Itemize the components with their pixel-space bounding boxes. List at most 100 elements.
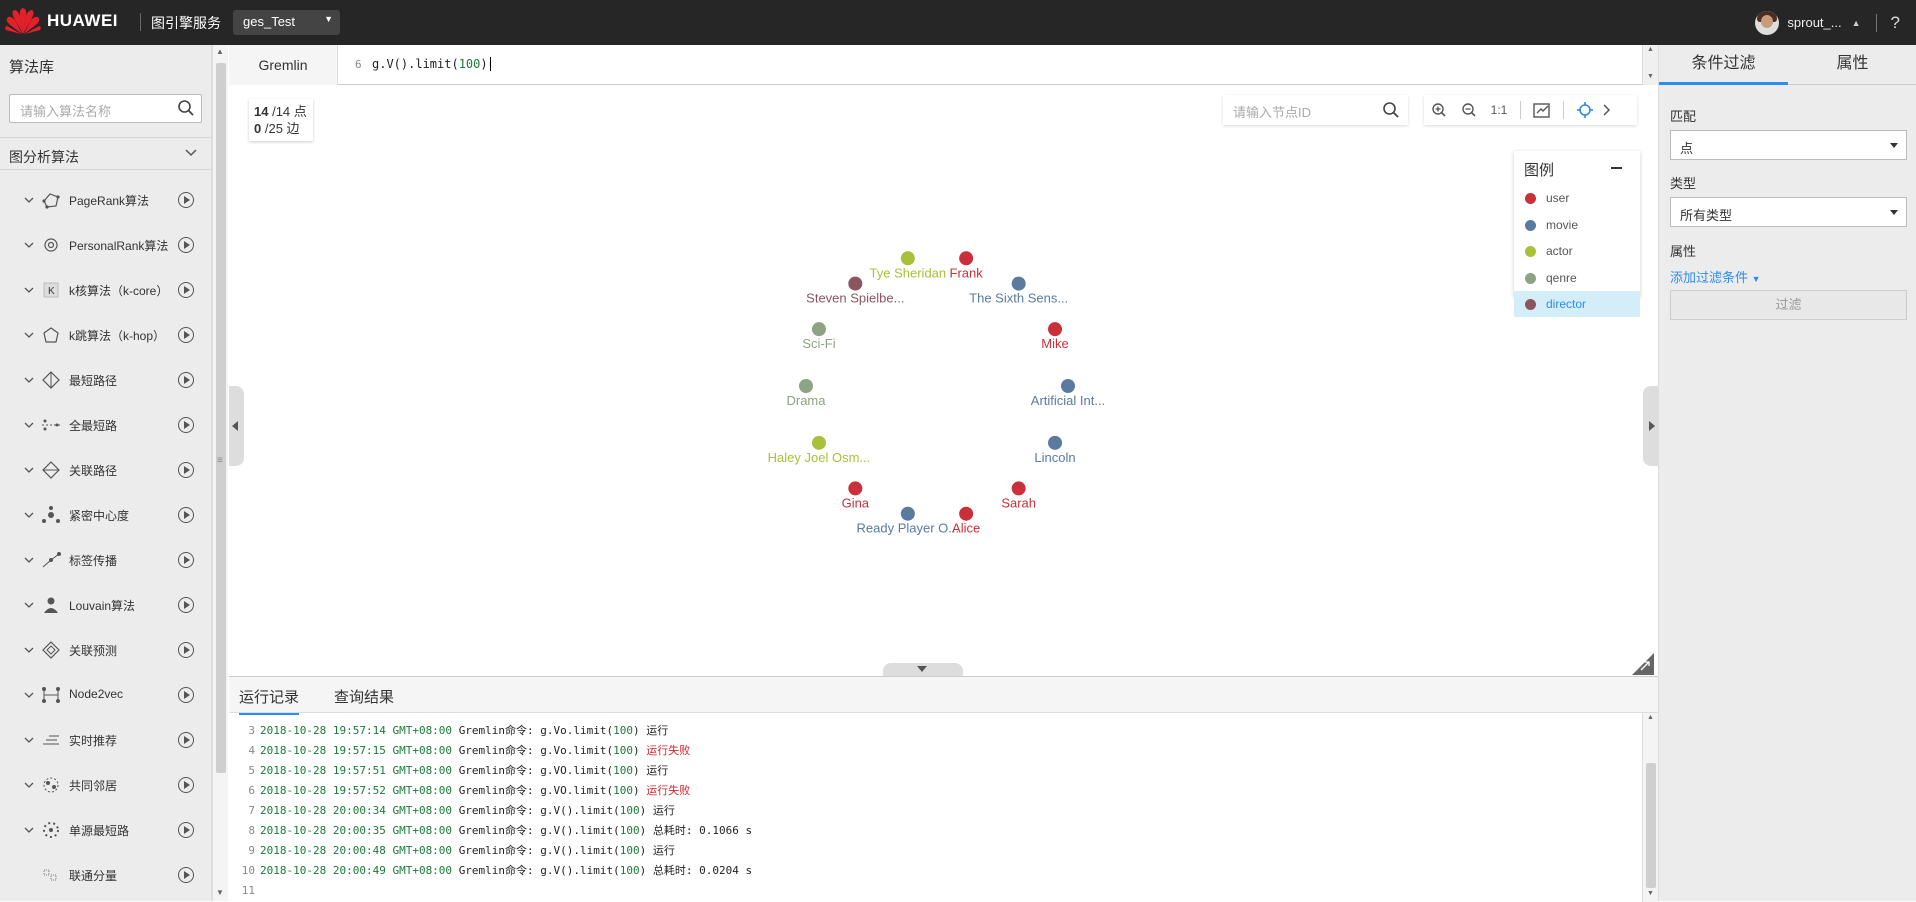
algorithm-item[interactable]: 紧密中心度 xyxy=(0,493,205,538)
algorithm-item[interactable]: PersonalRank算法 xyxy=(0,223,205,268)
chevron-down-icon[interactable] xyxy=(24,825,34,835)
algorithm-item[interactable]: k跳算法（k-hop） xyxy=(0,313,205,358)
algorithm-item[interactable]: 单源最短路 xyxy=(0,808,205,853)
legend-item-director[interactable]: director xyxy=(1514,291,1640,317)
zoom-out-button[interactable] xyxy=(1454,95,1484,125)
algorithm-item[interactable]: 共同邻居 xyxy=(0,763,205,808)
layout-button[interactable] xyxy=(1570,95,1600,125)
run-algorithm-icon[interactable] xyxy=(178,192,194,208)
run-algorithm-icon[interactable] xyxy=(178,732,194,748)
user-name[interactable]: sprout_... xyxy=(1787,15,1841,30)
graph-node[interactable]: Tye Sheridan xyxy=(870,251,947,280)
gremlin-query-input[interactable]: g.V().limit(100) xyxy=(372,57,491,71)
sidebar-scrollbar[interactable]: ▲ ≡ ▼ xyxy=(212,45,228,901)
add-filter-link[interactable]: 添加过滤条件 ▼ xyxy=(1670,267,1761,286)
algorithm-item[interactable]: 最短路径 xyxy=(0,358,205,403)
algorithm-item[interactable]: PageRank算法 xyxy=(0,178,205,223)
help-icon[interactable]: ? xyxy=(1891,13,1900,33)
graph-node[interactable]: Sci-Fi xyxy=(802,322,836,351)
editor-scrollbar[interactable]: ▲ ▼ xyxy=(1642,45,1658,85)
legend-item-qenre[interactable]: qenre xyxy=(1514,265,1640,291)
run-algorithm-icon[interactable] xyxy=(178,327,194,343)
export-button[interactable] xyxy=(1527,95,1557,125)
run-algorithm-icon[interactable] xyxy=(178,642,194,658)
algorithm-item[interactable]: Node2vec xyxy=(0,673,205,718)
node-id-search-input[interactable]: 请输入节点ID xyxy=(1223,95,1408,125)
search-icon[interactable] xyxy=(1382,101,1400,119)
avatar[interactable] xyxy=(1755,10,1780,35)
scroll-down-icon[interactable]: ▼ xyxy=(1647,890,1654,897)
collapse-sidebar-button[interactable] xyxy=(229,386,244,466)
graph-node-dot[interactable] xyxy=(959,506,974,521)
graph-node-dot[interactable] xyxy=(848,481,863,496)
filter-button[interactable]: 过滤 xyxy=(1670,290,1907,320)
graph-node[interactable]: Sarah xyxy=(1001,481,1036,510)
chevron-down-icon[interactable] xyxy=(24,645,34,655)
tab-properties[interactable]: 属性 xyxy=(1788,45,1916,85)
graph-node-dot[interactable] xyxy=(811,322,826,337)
tab-run-history[interactable]: 运行记录 xyxy=(239,686,300,715)
scroll-up-icon[interactable]: ▲ xyxy=(1647,714,1654,721)
run-algorithm-icon[interactable] xyxy=(178,462,194,478)
scroll-down-icon[interactable]: ▼ xyxy=(1647,73,1654,80)
graph-node[interactable]: The Sixth Sens... xyxy=(969,276,1068,306)
chevron-down-icon[interactable] xyxy=(184,146,198,160)
graph-node[interactable]: Drama xyxy=(786,379,826,408)
algorithm-search-input[interactable]: 请输入算法名称 xyxy=(9,94,202,123)
graph-node-dot[interactable] xyxy=(900,506,915,521)
chevron-down-icon[interactable] xyxy=(24,285,34,295)
chevron-down-icon[interactable] xyxy=(24,465,34,475)
run-algorithm-icon[interactable] xyxy=(178,552,194,568)
caret-up-icon[interactable]: ▲ xyxy=(1852,18,1861,28)
legend-item-user[interactable]: user xyxy=(1514,185,1640,211)
graph-canvas[interactable]: Frank The Sixth Sens... Mike Artificial Int… xyxy=(229,86,1658,676)
run-algorithm-icon[interactable] xyxy=(178,237,194,253)
graph-node[interactable]: Steven Spielbe... xyxy=(806,276,904,306)
scroll-up-icon[interactable]: ▲ xyxy=(1647,46,1654,53)
legend-item-actor[interactable]: actor xyxy=(1514,238,1640,264)
graph-node-dot[interactable] xyxy=(1061,379,1075,393)
graph-node-dot[interactable] xyxy=(799,379,813,393)
tab-condition-filter[interactable]: 条件过滤 xyxy=(1659,45,1788,85)
graph-select[interactable]: ges_Test ▼ xyxy=(233,10,340,35)
log-scrollbar[interactable]: ▲ ▼ xyxy=(1642,713,1658,902)
chevron-down-icon[interactable] xyxy=(24,510,34,520)
scrollbar-thumb[interactable] xyxy=(1646,763,1656,888)
run-algorithm-icon[interactable] xyxy=(178,687,194,703)
collapse-right-panel-button[interactable] xyxy=(1643,386,1658,466)
scroll-down-icon[interactable]: ▼ xyxy=(216,888,224,897)
graph-node[interactable]: Artificial Int... xyxy=(1031,379,1105,408)
gremlin-tab[interactable]: Gremlin xyxy=(229,45,338,85)
graph-node-dot[interactable] xyxy=(811,435,826,450)
algorithm-item[interactable]: 关联路径 xyxy=(0,448,205,493)
run-algorithm-icon[interactable] xyxy=(178,822,194,838)
graph-node[interactable]: Lincoln xyxy=(1034,435,1076,465)
run-algorithm-icon[interactable] xyxy=(178,417,194,433)
algorithm-item[interactable]: 实时推荐 xyxy=(0,718,205,763)
scrollbar-thumb[interactable] xyxy=(216,63,226,773)
zoom-in-button[interactable] xyxy=(1424,95,1454,125)
graph-node[interactable]: Ready Player O... xyxy=(857,506,960,536)
tab-query-results[interactable]: 查询结果 xyxy=(334,686,394,707)
algorithm-item[interactable]: 全最短路 xyxy=(0,403,205,448)
chevron-down-icon[interactable] xyxy=(24,420,34,430)
graph-node[interactable]: Frank xyxy=(950,251,984,280)
run-algorithm-icon[interactable] xyxy=(178,867,194,883)
graph-node-dot[interactable] xyxy=(1011,276,1026,291)
search-icon[interactable] xyxy=(177,99,195,117)
resize-handle-icon[interactable] xyxy=(1632,653,1654,675)
algorithm-item[interactable]: 关联预测 xyxy=(0,628,205,673)
graph-node-dot[interactable] xyxy=(1011,481,1026,496)
zoom-reset-button[interactable]: 1:1 xyxy=(1484,95,1514,125)
chevron-down-icon[interactable] xyxy=(24,555,34,565)
chevron-down-icon[interactable] xyxy=(24,375,34,385)
algorithm-item[interactable]: Kk核算法（k-core） xyxy=(0,268,205,313)
toolbar-expand-button[interactable] xyxy=(1600,95,1614,125)
graph-node[interactable]: Gina xyxy=(842,481,870,510)
chevron-down-icon[interactable] xyxy=(24,690,34,700)
collapse-log-panel-button[interactable] xyxy=(883,663,963,676)
run-algorithm-icon[interactable] xyxy=(178,597,194,613)
run-algorithm-icon[interactable] xyxy=(178,282,194,298)
match-select[interactable]: 点 xyxy=(1670,130,1907,160)
run-algorithm-icon[interactable] xyxy=(178,507,194,523)
